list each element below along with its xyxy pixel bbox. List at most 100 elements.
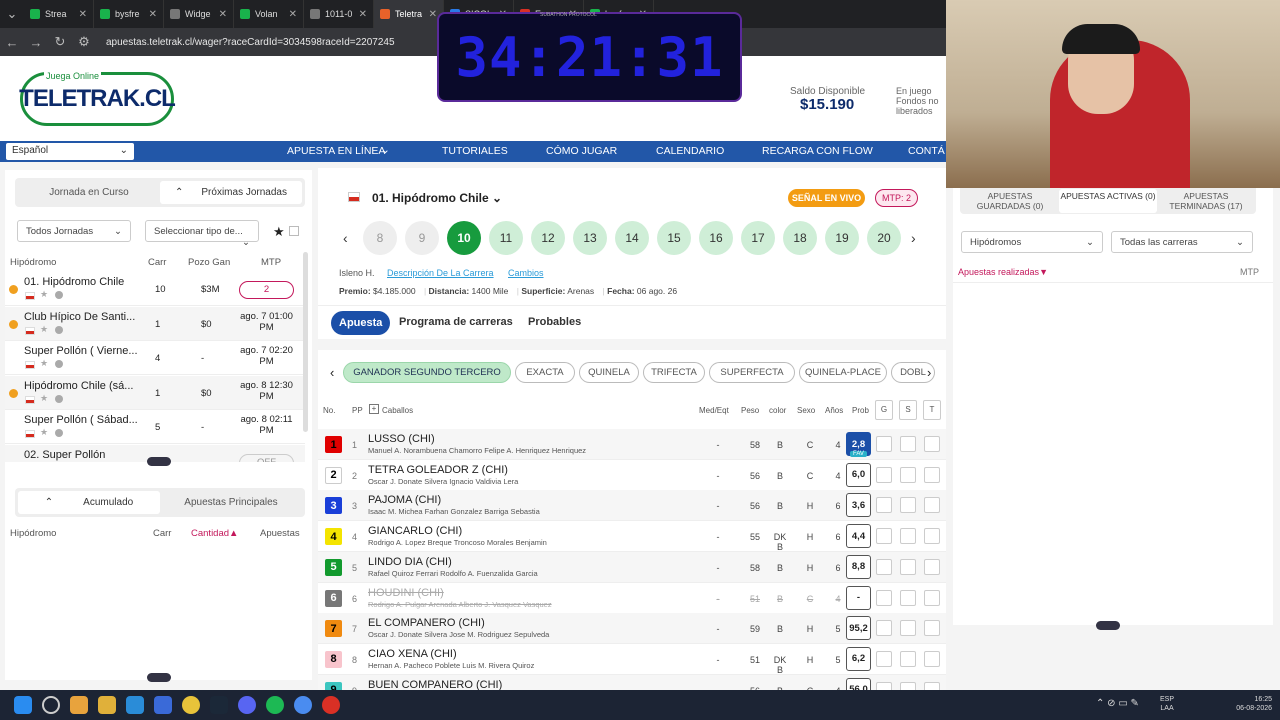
bet-tercero-checkbox[interactable]: [924, 466, 940, 483]
jornadas-filter[interactable]: Todos Jornadas ⌄: [17, 220, 131, 242]
bet-tercero-checkbox[interactable]: [924, 436, 940, 452]
bet-type-1[interactable]: EXACTA: [515, 362, 575, 383]
jornada-row[interactable]: 01. Hipódromo Chile ★ 10 $3M 2: [5, 272, 305, 306]
bet-ganador-checkbox[interactable]: [876, 528, 892, 545]
close-icon[interactable]: ✕: [289, 9, 297, 20]
bet-ganador-checkbox[interactable]: [876, 558, 892, 575]
resize-handle[interactable]: [147, 673, 171, 682]
bet-ganador-checkbox[interactable]: [876, 466, 892, 483]
bet-type-2[interactable]: QUINELA: [579, 362, 639, 383]
bet-tercero-checkbox[interactable]: [924, 650, 940, 667]
tab-apuestas-guardadas[interactable]: APUESTAS GUARDADAS (0): [961, 189, 1059, 213]
close-icon[interactable]: ✕: [149, 9, 157, 20]
copilot-icon[interactable]: [70, 696, 88, 714]
bet-ganador-checkbox[interactable]: [876, 620, 892, 637]
jornada-row[interactable]: Super Pollón ( Vierne... ★ 4 - ago. 7 02:20 …: [5, 341, 305, 375]
chrome-active-icon[interactable]: [294, 696, 312, 714]
nav-como-jugar[interactable]: CÓMO JUGAR: [546, 145, 617, 157]
search-icon[interactable]: [42, 696, 60, 714]
tab-apuesta[interactable]: Apuesta: [331, 311, 391, 335]
bet-ganador-checkbox[interactable]: [876, 650, 892, 667]
steam-icon[interactable]: [210, 696, 228, 714]
bet-type-5[interactable]: QUINELA-PLACE: [799, 362, 887, 383]
jornadas-scrollbar[interactable]: [303, 252, 308, 432]
next-race-icon[interactable]: ›: [911, 230, 916, 246]
info-icon[interactable]: [55, 291, 63, 299]
race-button-9[interactable]: 9: [405, 221, 439, 255]
next-bettype-icon[interactable]: ›: [927, 365, 931, 380]
tab-apuestas-terminadas[interactable]: APUESTAS TERMINADAS (17): [1157, 189, 1255, 213]
race-button-17[interactable]: 17: [741, 221, 775, 255]
nav-calendario[interactable]: CALENDARIO: [656, 145, 724, 157]
edge-icon[interactable]: [126, 696, 144, 714]
browser-tab[interactable]: Volan ✕: [234, 0, 304, 28]
resize-handle[interactable]: [1096, 621, 1120, 630]
acum-col-cantidad[interactable]: Cantidad▲: [191, 528, 238, 539]
close-icon[interactable]: ✕: [219, 9, 227, 20]
site-info-icon[interactable]: ⚙: [72, 34, 96, 50]
tipo-filter[interactable]: Seleccionar tipo de... ⌄: [145, 220, 259, 248]
jornada-row[interactable]: Super Pollón ( Sábad... ★ 5 - ago. 8 02:11 P…: [5, 410, 305, 444]
bet-ganador-checkbox[interactable]: [876, 497, 892, 514]
race-button-19[interactable]: 19: [825, 221, 859, 255]
obs-icon[interactable]: [322, 696, 340, 714]
tray-icons[interactable]: ⌃ ⊘ ▭ ✎: [1096, 698, 1139, 709]
track-select[interactable]: 01. Hipódromo Chile ⌄: [372, 191, 502, 205]
tab-programa[interactable]: Programa de carreras: [399, 316, 513, 328]
nav-contacto[interactable]: CONTÁ: [908, 145, 945, 157]
info-icon[interactable]: [55, 429, 63, 437]
windows-start-icon[interactable]: [14, 696, 32, 714]
language-select[interactable]: Español ⌄: [6, 143, 134, 160]
jornada-row[interactable]: Hipódromo Chile (sá... ★ 1 $0 ago. 8 12:30 P…: [5, 375, 305, 410]
tab-list-icon[interactable]: ⌄: [0, 6, 24, 22]
race-button-8[interactable]: 8: [363, 221, 397, 255]
bet-tercero-checkbox[interactable]: [924, 528, 940, 545]
bet-type-3[interactable]: TRIFECTA: [643, 362, 705, 383]
bet-segundo-checkbox[interactable]: [900, 528, 916, 545]
live-signal-badge[interactable]: SEÑAL EN VIVO: [788, 189, 865, 207]
bet-segundo-checkbox[interactable]: [900, 558, 916, 575]
tab-apuestas-activas[interactable]: APUESTAS ACTIVAS (0): [1059, 189, 1157, 213]
bet-tercero-checkbox[interactable]: [924, 558, 940, 575]
star-icon[interactable]: ★: [273, 224, 285, 240]
tab-acumulado[interactable]: ⌃ Acumulado: [18, 491, 160, 514]
favorite-star-icon[interactable]: ★: [40, 462, 48, 463]
favorite-star-icon[interactable]: ★: [40, 289, 48, 300]
col-ganador[interactable]: G: [875, 400, 893, 420]
col-tercero[interactable]: T: [923, 400, 941, 420]
tab-probables[interactable]: Probables: [528, 316, 581, 328]
bet-tercero-checkbox[interactable]: [924, 497, 940, 514]
favorite-star-icon[interactable]: ★: [40, 427, 48, 438]
tab-apuestas-principales[interactable]: Apuestas Principales: [160, 491, 302, 514]
probability-value[interactable]: 95,2: [846, 616, 871, 641]
tab-proximas-jornadas[interactable]: ⌃ Próximas Jornadas: [160, 181, 302, 204]
expand-icon[interactable]: +: [369, 404, 379, 414]
input-language[interactable]: ESP LAA: [1160, 695, 1174, 713]
jornada-row[interactable]: Club Hípico De Santi... ★ 1 $0 ago. 7 01:00 …: [5, 306, 305, 341]
close-icon[interactable]: ✕: [359, 9, 367, 20]
nav-tutoriales[interactable]: TUTORIALES: [442, 145, 508, 157]
race-button-16[interactable]: 16: [699, 221, 733, 255]
race-button-20[interactable]: 20: [867, 221, 901, 255]
bet-tercero-checkbox[interactable]: [924, 620, 940, 637]
info-icon[interactable]: [55, 360, 63, 368]
bet-ganador-checkbox[interactable]: [876, 436, 892, 452]
bet-segundo-checkbox[interactable]: [900, 466, 916, 483]
hipodromos-filter[interactable]: Hipódromos ⌄: [961, 231, 1103, 253]
col-segundo[interactable]: S: [899, 400, 917, 420]
favorites-checkbox[interactable]: [289, 226, 299, 236]
spotify-icon[interactable]: [266, 696, 284, 714]
race-button-13[interactable]: 13: [573, 221, 607, 255]
probability-value[interactable]: 6,0: [846, 462, 871, 487]
clock[interactable]: 16:25 06-08-2026: [1226, 695, 1272, 713]
prev-race-icon[interactable]: ‹: [343, 230, 348, 246]
file-explorer-icon[interactable]: [98, 696, 116, 714]
prev-bettype-icon[interactable]: ‹: [330, 365, 334, 380]
probability-value[interactable]: 4,4: [846, 524, 871, 549]
browser-tab[interactable]: Widge ✕: [164, 0, 234, 28]
apuestas-realizadas-header[interactable]: Apuestas realizadas▼: [958, 267, 1048, 277]
nav-apuesta-en-linea[interactable]: APUESTA EN LÍNEA: [287, 145, 385, 157]
browser-tab[interactable]: Strea ✕: [24, 0, 94, 28]
bet-segundo-checkbox[interactable]: [900, 436, 916, 452]
race-button-15[interactable]: 15: [657, 221, 691, 255]
